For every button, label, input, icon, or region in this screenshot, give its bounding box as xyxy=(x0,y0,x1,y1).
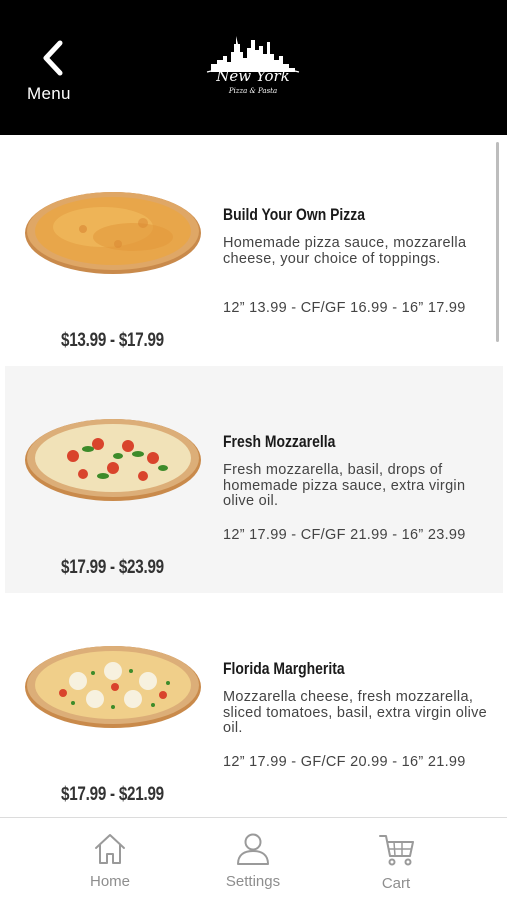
app-header: Menu New York Pizza & Pasta xyxy=(0,0,507,135)
back-button[interactable]: Menu xyxy=(22,40,86,110)
tab-settings-label: Settings xyxy=(225,873,281,890)
scrollbar[interactable] xyxy=(496,142,499,342)
menu-list[interactable]: Build Your Own Pizza Homemade pizza sauc… xyxy=(0,135,507,817)
item-sizes: 12” 13.99 - CF/GF 16.99 - 16” 17.99 xyxy=(223,300,466,316)
item-name: Fresh Mozzarella xyxy=(223,432,336,451)
cheese-pizza-image xyxy=(25,192,201,274)
item-name: Florida Margherita xyxy=(223,659,345,678)
tab-settings[interactable]: Settings xyxy=(193,818,313,900)
item-name: Build Your Own Pizza xyxy=(223,205,366,224)
back-label: Menu xyxy=(27,84,71,103)
tab-cart[interactable]: Cart xyxy=(336,818,456,900)
tab-bar: Home Settings Cart xyxy=(0,817,507,900)
item-description: Fresh mozzarella, basil, drops of homema… xyxy=(223,462,466,509)
home-icon xyxy=(95,834,125,864)
item-price: $13.99 - $17.99 xyxy=(61,330,164,351)
menu-item[interactable]: Build Your Own Pizza Homemade pizza sauc… xyxy=(5,139,503,366)
item-description: Mozzarella cheese, fresh mozzarella, sli… xyxy=(223,689,488,736)
brand-logo: New York Pizza & Pasta xyxy=(203,34,303,104)
fresh-mozzarella-pizza-image xyxy=(25,419,201,501)
item-sizes: 12” 17.99 - CF/GF 21.99 - 16” 23.99 xyxy=(223,527,466,543)
menu-item[interactable]: Fresh Mozzarella Fresh mozzarella, basil… xyxy=(5,366,503,593)
tab-home-label: Home xyxy=(89,873,130,890)
item-price: $17.99 - $23.99 xyxy=(61,557,164,578)
tab-cart-label: Cart xyxy=(381,875,411,892)
item-sizes: 12” 17.99 - GF/CF 20.99 - 16” 21.99 xyxy=(223,754,466,770)
logo-title: New York xyxy=(216,67,290,85)
user-icon xyxy=(237,833,269,865)
item-description: Homemade pizza sauce, mozzarella cheese,… xyxy=(223,235,467,267)
item-price: $17.99 - $21.99 xyxy=(61,784,164,805)
tab-home[interactable]: Home xyxy=(50,818,170,900)
menu-item[interactable]: Florida Margherita Mozzarella cheese, fr… xyxy=(5,593,503,817)
logo-subtitle: Pizza & Pasta xyxy=(228,87,278,95)
chevron-left-icon xyxy=(43,40,63,76)
margherita-pizza-image xyxy=(25,646,201,728)
cart-icon xyxy=(379,835,414,866)
